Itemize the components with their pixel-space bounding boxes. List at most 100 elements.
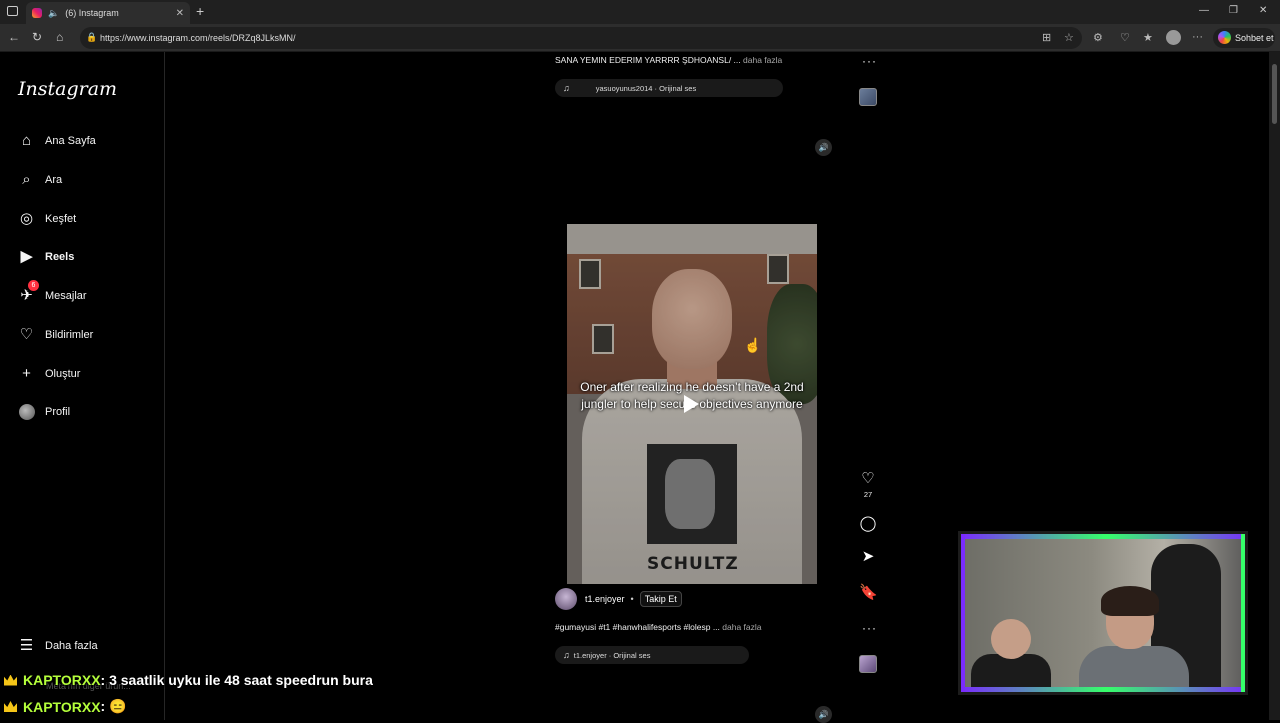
volume-icon[interactable]: 🔊	[815, 139, 832, 156]
reel-caption: #gumayusi #t1 #hanwhalifesports #lolesp …	[555, 622, 762, 632]
browser-essentials-icon[interactable]: ♡	[1120, 31, 1130, 44]
sidebar-item-label: Oluştur	[45, 367, 81, 380]
tab-title: (6) Instagram	[65, 8, 119, 18]
favorite-star-icon[interactable]: ☆	[1064, 31, 1074, 44]
back-icon[interactable]: ←	[8, 30, 20, 44]
caption-text: SANA YEMIN EDERIM YARRRR ŞDHOANSL/ ...	[555, 55, 741, 65]
audio-label: yasuoyunus2014 · Orijinal ses	[595, 83, 697, 93]
home-icon: ⌂	[21, 132, 32, 149]
sidebar-item-label: Bildirimler	[45, 328, 94, 341]
audio-label: t1.enjoyer · Orijinal ses	[573, 650, 651, 660]
crown-icon	[4, 701, 17, 712]
more-link[interactable]: daha fazla	[743, 55, 782, 65]
play-icon[interactable]	[684, 395, 699, 413]
chat-text: : 3 saatlik uyku ile 48 saat speedrun bu…	[100, 672, 373, 688]
reels-icon: ▶	[20, 248, 33, 265]
plus-icon: +	[22, 365, 31, 382]
follow-button[interactable]: Takip Et	[639, 591, 682, 607]
streamer-1-head	[991, 619, 1031, 659]
webcam-frame-right	[1241, 534, 1245, 692]
sidebar-item-label: Reels	[45, 250, 75, 263]
home-icon[interactable]: ⌂	[56, 30, 63, 44]
sidebar-item-label: Ana Sayfa	[45, 134, 96, 147]
webcam-overlay	[958, 531, 1248, 695]
sidebar-item-messages[interactable]: ✈ 6 Mesajlar	[18, 280, 87, 304]
share-icon[interactable]: ➤	[859, 547, 877, 565]
separator: •	[630, 594, 634, 604]
messenger-icon: ✈ 6	[18, 280, 39, 304]
close-tab-icon[interactable]: ✕	[176, 8, 184, 19]
sidebar-item-home[interactable]: ⌂ Ana Sayfa	[18, 132, 96, 149]
hamburger-menu-icon: ☰	[19, 637, 34, 654]
browser-toolbar: ← ↻ ⌂ 🔒 https://www.instagram.com/reels/…	[0, 24, 1280, 52]
more-options-icon[interactable]: ···	[862, 54, 877, 68]
refresh-icon[interactable]: ↻	[32, 30, 42, 44]
browser-tab-strip: 🔈 (6) Instagram ✕ + — ❐ ✕	[0, 0, 1280, 24]
webcam-frame-top	[961, 534, 1245, 539]
compass-icon: ◎	[19, 210, 34, 227]
sidebar-item-label: Profil	[45, 405, 71, 418]
like-icon[interactable]: ♡	[859, 469, 877, 487]
app-available-icon[interactable]: ⊞	[1042, 31, 1051, 44]
crown-icon	[4, 674, 17, 686]
favorites-icon[interactable]: ★	[1143, 31, 1153, 44]
mouse-cursor-icon: ☝	[744, 337, 762, 353]
speaker-icon[interactable]: 🔈	[48, 8, 59, 19]
browser-tab[interactable]: 🔈 (6) Instagram ✕	[26, 2, 190, 24]
search-icon: ⌕	[22, 171, 31, 188]
minimize-button[interactable]: —	[1199, 5, 1209, 16]
bookmark-icon[interactable]: 🔖	[859, 583, 878, 601]
webcam-frame-left	[961, 534, 965, 692]
audio-pill[interactable]: ♫ t1.enjoyer · Orijinal ses	[555, 646, 749, 664]
more-options-icon[interactable]: ···	[862, 621, 877, 635]
volume-icon[interactable]: 🔊	[815, 706, 832, 723]
sidebar-item-profile[interactable]: Profil	[18, 403, 70, 420]
instagram-favicon-icon	[32, 8, 42, 18]
address-bar[interactable]: 🔒 https://www.instagram.com/reels/DRZq8J…	[80, 27, 1082, 49]
copilot-chat-button[interactable]: Sohbet et	[1213, 28, 1275, 48]
instagram-sidebar: Instagram ⌂ Ana Sayfa ⌕ Ara ◎ Keşfet ▶ R…	[0, 52, 165, 720]
heart-icon: ♡	[19, 326, 34, 343]
scrollbar-thumb[interactable]	[1272, 64, 1277, 124]
page-scrollbar[interactable]	[1269, 52, 1280, 720]
sidebar-item-search[interactable]: ⌕ Ara	[18, 171, 62, 188]
chat-button-label: Sohbet et	[1235, 33, 1274, 43]
sidebar-item-notifications[interactable]: ♡ Bildirimler	[18, 326, 94, 343]
webcam-frame-bottom	[961, 687, 1245, 692]
comment-icon[interactable]: ◯	[859, 514, 877, 532]
audio-thumbnail[interactable]	[859, 88, 877, 106]
reel-caption-top: SANA YEMIN EDERIM YARRRR ŞDHOANSL/ ... d…	[555, 55, 782, 65]
sidebar-item-label: Daha fazla	[45, 639, 98, 652]
extensions-icon[interactable]: ⚙	[1093, 31, 1103, 44]
chat-text: : 😑	[100, 698, 127, 714]
sidebar-item-explore[interactable]: ◎ Keşfet	[18, 210, 76, 227]
reel-author: t1.enjoyer • Takip Et	[555, 588, 682, 610]
audio-pill[interactable]: ♫ yasuoyunus2014 · Orijinal ses	[555, 79, 783, 97]
new-tab-button[interactable]: +	[196, 3, 204, 19]
chat-username: KAPTORXX	[23, 698, 101, 715]
close-window-button[interactable]: ✕	[1259, 5, 1267, 16]
site-info-icon[interactable]: 🔒	[86, 32, 97, 43]
sidebar-item-label: Mesajlar	[45, 289, 87, 302]
music-note-icon: ♫	[563, 650, 570, 660]
instagram-logo[interactable]: Instagram	[18, 78, 117, 100]
sidebar-item-create[interactable]: + Oluştur	[18, 365, 80, 382]
chat-message: KAPTORXX : 3 saatlik uyku ile 48 saat sp…	[4, 672, 373, 688]
more-link[interactable]: daha fazla	[722, 622, 761, 632]
sidebar-item-label: Keşfet	[45, 212, 77, 225]
streamer-2-hair	[1101, 586, 1159, 616]
author-username[interactable]: t1.enjoyer	[585, 594, 625, 604]
chat-message: KAPTORXX : 😑	[4, 698, 127, 715]
window-menu-icon[interactable]	[7, 6, 18, 16]
music-note-icon: ♫	[563, 83, 570, 93]
restore-button[interactable]: ❐	[1229, 5, 1238, 16]
chat-username: KAPTORXX	[23, 672, 101, 688]
author-avatar[interactable]	[555, 588, 577, 610]
audio-thumbnail[interactable]	[859, 655, 877, 673]
sidebar-item-reels[interactable]: ▶ Reels	[18, 248, 75, 265]
like-count: 27	[863, 490, 873, 499]
url-text: https://www.instagram.com/reels/DRZq8JLk…	[100, 33, 296, 43]
sidebar-item-more[interactable]: ☰ Daha fazla	[18, 637, 98, 654]
more-options-icon[interactable]: ···	[1192, 31, 1203, 43]
profile-avatar-icon[interactable]	[1166, 30, 1181, 45]
